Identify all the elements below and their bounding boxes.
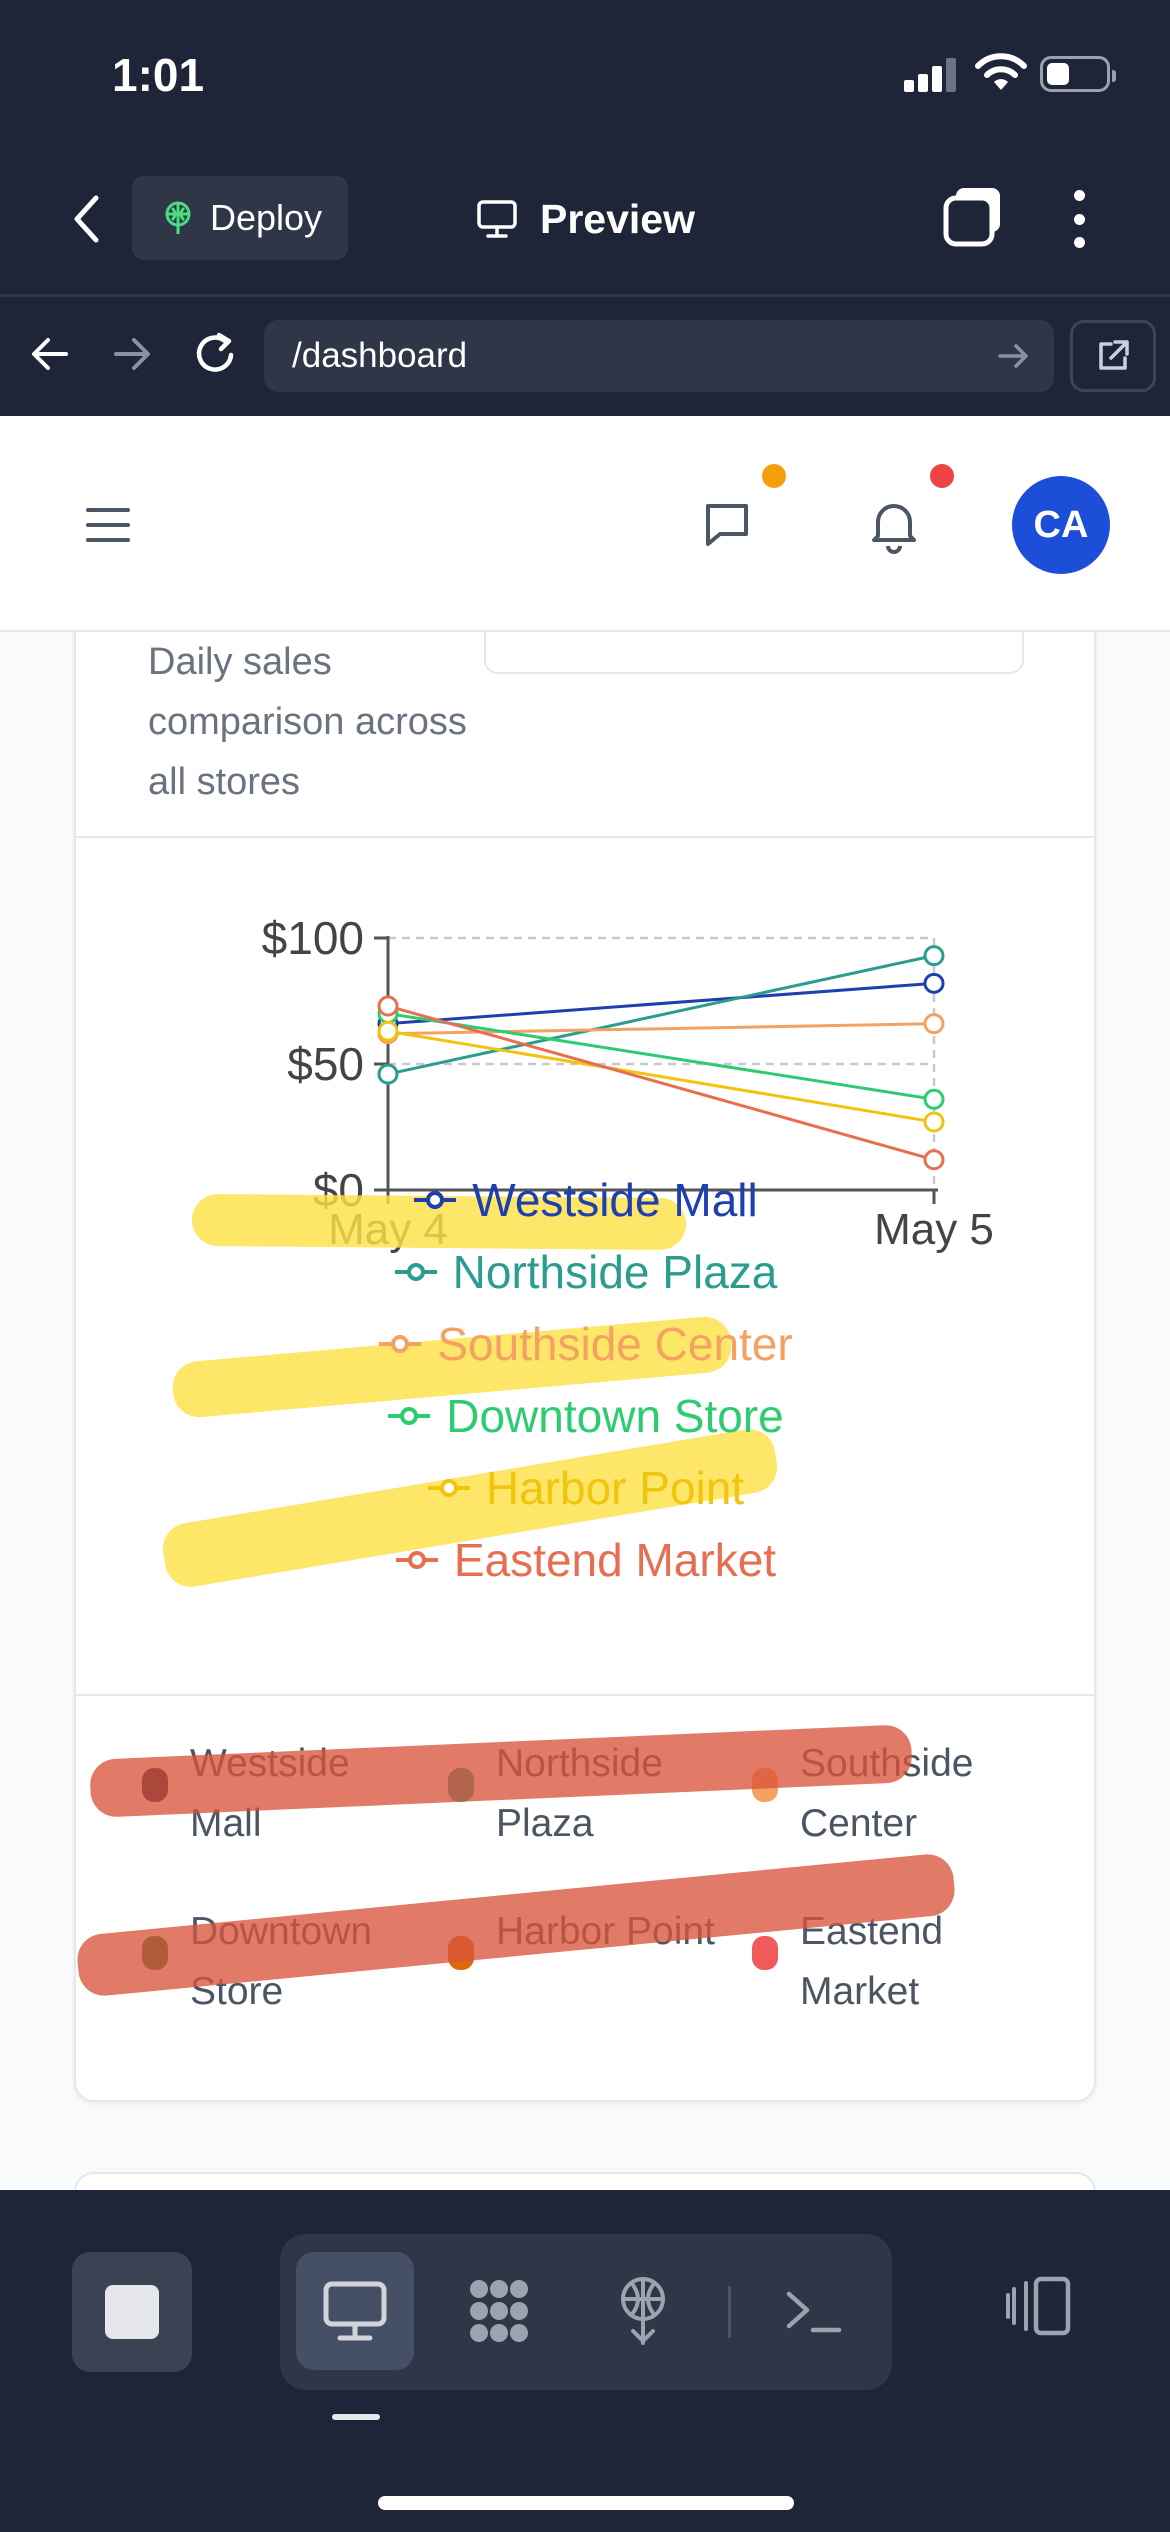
legend-label: Westside Mall — [472, 1174, 758, 1226]
browser-bar: /dashboard — [0, 298, 1170, 416]
monitor-icon — [477, 200, 517, 238]
tool-separator — [728, 2286, 731, 2338]
legend-label: Eastend Market — [453, 1534, 777, 1586]
chart-y-tick-label: $50 — [287, 1038, 364, 1090]
legend-item[interactable]: Harbor Point — [76, 1452, 1094, 1524]
page-header: CA — [0, 416, 1170, 632]
active-tool-indicator — [332, 2414, 380, 2420]
legend-line-icon — [395, 1551, 438, 1569]
more-options-icon[interactable] — [1056, 186, 1102, 252]
reload-icon — [196, 332, 234, 372]
bell-notification-dot — [930, 464, 954, 488]
status-bar: 1:01 — [0, 0, 1170, 150]
legend-line-icon — [394, 1263, 437, 1281]
deploy-icon — [165, 201, 191, 234]
chrome-divider — [0, 294, 1170, 297]
legend-line-icon — [414, 1191, 457, 1209]
deploy-label: Deploy — [210, 197, 323, 238]
avatar[interactable]: CA — [1012, 476, 1110, 574]
chevron-left-icon — [74, 195, 99, 243]
apps-grid-icon — [470, 2280, 528, 2342]
home-indicator — [378, 2496, 794, 2510]
stop-button[interactable] — [72, 2252, 192, 2372]
sales-card: Daily sales comparison across all stores… — [74, 632, 1096, 2102]
menu-icon[interactable] — [86, 508, 130, 542]
legend-label: Harbor Point — [485, 1462, 745, 1514]
bottom-toolbar — [0, 2190, 1170, 2532]
app-top-chrome: 1:01 Deploy Preview /dashboard — [0, 0, 1170, 416]
chart-series-line — [387, 981, 935, 1026]
chart-point — [377, 1063, 399, 1085]
signal-icon — [904, 56, 960, 92]
terminal-icon — [786, 2291, 842, 2333]
deploy-button[interactable]: Deploy — [132, 176, 348, 260]
url-text: /dashboard — [292, 336, 468, 375]
preview-title-label: Preview — [540, 195, 695, 242]
chart-point — [923, 945, 945, 967]
legend-line-icon — [379, 1335, 422, 1353]
page-content: Daily sales comparison across all stores… — [0, 632, 1170, 2190]
browser-forward-button[interactable] — [106, 324, 158, 384]
next-card — [74, 2172, 1096, 2190]
chart-point — [377, 1020, 399, 1042]
legend-item[interactable]: Southside Center — [76, 1308, 1094, 1380]
open-external-button[interactable] — [1070, 320, 1156, 392]
chat-icon[interactable] — [700, 498, 754, 552]
deploy-tool-button[interactable] — [584, 2252, 702, 2370]
legend-item[interactable]: Northside Plaza — [76, 1236, 1094, 1308]
tool-switcher — [280, 2234, 892, 2390]
status-time: 1:01 — [112, 49, 205, 101]
stop-icon — [105, 2285, 159, 2339]
bell-icon[interactable] — [868, 496, 920, 554]
legend-label: Southside Center — [437, 1318, 793, 1370]
legend-line-icon — [388, 1407, 431, 1425]
back-button[interactable] — [62, 186, 110, 252]
panel-toggle-button[interactable] — [998, 2266, 1078, 2346]
reload-button[interactable] — [188, 324, 244, 384]
panel-icon — [1006, 2276, 1071, 2336]
apps-tool-button[interactable] — [440, 2252, 558, 2370]
chart-series-line — [387, 1029, 935, 1124]
arrow-right-icon — [114, 338, 150, 370]
external-link-icon — [1099, 340, 1129, 370]
terminal-tool-button[interactable] — [754, 2252, 872, 2370]
color-swatch — [752, 1936, 778, 1970]
chat-notification-dot — [762, 464, 786, 488]
chart-point — [923, 972, 945, 994]
chart-point — [923, 1111, 945, 1133]
legend-label: Northside Plaza — [452, 1246, 778, 1298]
preview-title: Preview — [476, 186, 695, 252]
desktop-tool-button[interactable] — [296, 2252, 414, 2370]
chart-point — [377, 995, 399, 1017]
url-field[interactable]: /dashboard — [264, 320, 1054, 392]
legend-item[interactable]: Eastend Market — [76, 1524, 1094, 1596]
chart-point — [923, 1013, 945, 1035]
browser-back-button[interactable] — [24, 324, 76, 384]
legend-label: Downtown Store — [446, 1390, 784, 1442]
deploy-icon — [621, 2277, 665, 2345]
chart-point — [923, 1088, 945, 1110]
tabs-icon[interactable] — [940, 184, 1006, 250]
chart-y-tick-label: $100 — [262, 912, 364, 964]
app-header: Deploy Preview — [0, 150, 1170, 290]
arrow-left-icon — [32, 338, 68, 370]
desktop-icon — [323, 2281, 387, 2341]
legend-item[interactable]: Westside Mall — [76, 1164, 1094, 1236]
wifi-icon — [975, 53, 1027, 90]
battery-icon — [1040, 56, 1116, 92]
legend-item[interactable]: Downtown Store — [76, 1380, 1094, 1452]
legend-line-icon — [427, 1479, 470, 1497]
go-arrow-icon[interactable] — [996, 338, 1032, 374]
